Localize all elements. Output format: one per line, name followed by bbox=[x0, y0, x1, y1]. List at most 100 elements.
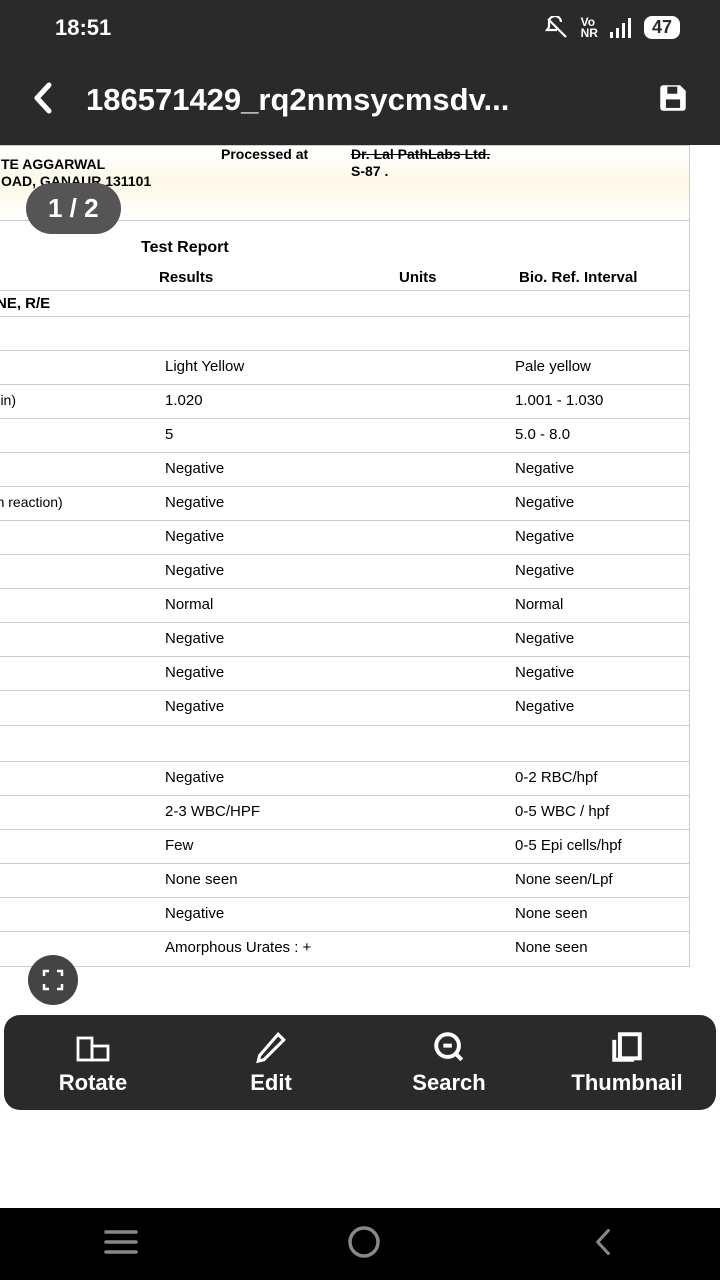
mute-icon bbox=[545, 16, 569, 40]
cell-name bbox=[0, 898, 159, 932]
cell-name bbox=[0, 864, 159, 898]
cell-units bbox=[399, 317, 509, 351]
cell-ref: None seen bbox=[509, 898, 689, 932]
col-units: Units bbox=[399, 269, 519, 286]
cell-name bbox=[0, 691, 159, 725]
save-button[interactable] bbox=[656, 81, 690, 120]
cell-units bbox=[399, 657, 509, 691]
cell-units bbox=[399, 487, 509, 521]
bottom-toolbar: Rotate Edit Search Thumbnail bbox=[4, 1015, 716, 1110]
cell-name bbox=[0, 657, 159, 691]
section-urine: RINE, R/E bbox=[0, 290, 689, 316]
cell-units bbox=[399, 762, 509, 796]
nav-back-button[interactable] bbox=[560, 1217, 646, 1272]
cell-ref: None seen bbox=[509, 932, 689, 966]
cell-units bbox=[399, 830, 509, 864]
cell-ref: 0-2 RBC/hpf bbox=[509, 762, 689, 796]
cell-units bbox=[399, 453, 509, 487]
table-row: Negative 0-2 RBC/hpf bbox=[0, 762, 689, 796]
cell-ref: Negative bbox=[509, 657, 689, 691]
results-table-1: Light YellowPale yellowresin)1.020 1.001 … bbox=[0, 316, 689, 725]
col-ref: Bio. Ref. Interval bbox=[519, 269, 689, 286]
cell-name: resin) bbox=[0, 385, 159, 419]
cell-results: Few bbox=[159, 830, 399, 864]
table-row: Light YellowPale yellow bbox=[0, 351, 689, 385]
cell-ref: None seen/Lpf bbox=[509, 864, 689, 898]
cell-units bbox=[399, 932, 509, 966]
cell-ref: Negative bbox=[509, 555, 689, 589]
fullscreen-button[interactable] bbox=[28, 955, 78, 1005]
cell-results: Negative bbox=[159, 521, 399, 555]
table-row: NegativeNegative bbox=[0, 623, 689, 657]
status-icons: Vo NR 47 bbox=[545, 16, 680, 40]
search-button[interactable]: Search bbox=[360, 1015, 538, 1110]
cell-units bbox=[399, 864, 509, 898]
thumbnail-label: Thumbnail bbox=[571, 1070, 682, 1096]
table-row: Negative Negative bbox=[0, 691, 689, 725]
document-title: 186571429_rq2nmsycmsdv... bbox=[86, 82, 626, 118]
table-row: Negative None seen bbox=[0, 898, 689, 932]
table-row: Few 0-5 Epi cells/hpf bbox=[0, 830, 689, 864]
cell-units bbox=[399, 898, 509, 932]
cell-ref: Negative bbox=[509, 521, 689, 555]
cell-results: Negative bbox=[159, 453, 399, 487]
status-time: 18:51 bbox=[55, 15, 111, 41]
cell-name bbox=[0, 419, 159, 453]
cell-ref: Pale yellow bbox=[509, 351, 689, 385]
cell-results: Negative bbox=[159, 762, 399, 796]
cell-name bbox=[0, 762, 159, 796]
cell-results: Amorphous Urates : + bbox=[159, 932, 399, 966]
table-row: gen reaction)NegativeNegative bbox=[0, 487, 689, 521]
cell-ref bbox=[509, 317, 689, 351]
cell-ref: 0-5 WBC / hpf bbox=[509, 796, 689, 830]
rotate-button[interactable]: Rotate bbox=[4, 1015, 182, 1110]
table-row: Negative Negative bbox=[0, 521, 689, 555]
table-row: Negative Negative bbox=[0, 555, 689, 589]
cell-ref: 1.001 - 1.030 bbox=[509, 385, 689, 419]
home-button[interactable] bbox=[317, 1215, 411, 1274]
column-headers: Results Units Bio. Ref. Interval bbox=[0, 269, 689, 290]
cell-results: 1.020 bbox=[159, 385, 399, 419]
cell-results: Negative bbox=[159, 691, 399, 725]
cell-units bbox=[399, 521, 509, 555]
table-row: Amorphous Urates : + None seen bbox=[0, 932, 689, 966]
back-button[interactable] bbox=[30, 81, 56, 120]
cell-name bbox=[0, 555, 159, 589]
cell-ref: Negative bbox=[509, 487, 689, 521]
cell-ref: 5.0 - 8.0 bbox=[509, 419, 689, 453]
cell-units bbox=[399, 589, 509, 623]
document-viewport[interactable]: TE AGGARWAL OAD, GANAUR 131101 Processed… bbox=[0, 145, 720, 1015]
table-row: 2-3 WBC/HPF0-5 WBC / hpf bbox=[0, 796, 689, 830]
cell-name bbox=[0, 830, 159, 864]
cell-results: None seen bbox=[159, 864, 399, 898]
cell-units bbox=[399, 623, 509, 657]
cell-ref: Negative bbox=[509, 691, 689, 725]
cell-name: gen reaction) bbox=[0, 487, 159, 521]
cell-ref: 0-5 Epi cells/hpf bbox=[509, 830, 689, 864]
rotate-label: Rotate bbox=[59, 1070, 127, 1096]
table-row: 5 5.0 - 8.0 bbox=[0, 419, 689, 453]
thumbnail-button[interactable]: Thumbnail bbox=[538, 1015, 716, 1110]
table-row: resin)1.020 1.001 - 1.030 bbox=[0, 385, 689, 419]
edit-button[interactable]: Edit bbox=[182, 1015, 360, 1110]
table-row: NegativeNegative bbox=[0, 453, 689, 487]
edit-label: Edit bbox=[250, 1070, 292, 1096]
signal-icon bbox=[610, 18, 632, 38]
cell-units bbox=[399, 691, 509, 725]
white-space bbox=[0, 1110, 720, 1208]
cell-units bbox=[399, 385, 509, 419]
cell-name bbox=[0, 623, 159, 657]
cell-units bbox=[399, 351, 509, 385]
cell-results: Negative bbox=[159, 487, 399, 521]
document-page: TE AGGARWAL OAD, GANAUR 131101 Processed… bbox=[0, 145, 690, 967]
cell-results: Negative bbox=[159, 555, 399, 589]
app-header: 186571429_rq2nmsycmsdv... bbox=[0, 55, 720, 145]
cell-units bbox=[399, 796, 509, 830]
processed-label: Processed at bbox=[221, 146, 308, 163]
cell-results: 5 bbox=[159, 419, 399, 453]
recent-apps-button[interactable] bbox=[74, 1219, 168, 1270]
cell-name bbox=[0, 589, 159, 623]
cell-results: Negative bbox=[159, 898, 399, 932]
status-bar: 18:51 Vo NR 47 bbox=[0, 0, 720, 55]
table-row: NormalNormal bbox=[0, 589, 689, 623]
